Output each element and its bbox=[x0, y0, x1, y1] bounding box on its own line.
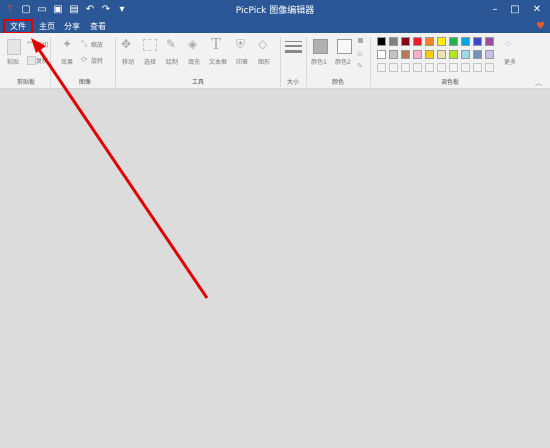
arrow-head bbox=[31, 38, 46, 53]
arrow-shaft bbox=[36, 47, 209, 299]
annotation-arrow bbox=[31, 38, 209, 299]
